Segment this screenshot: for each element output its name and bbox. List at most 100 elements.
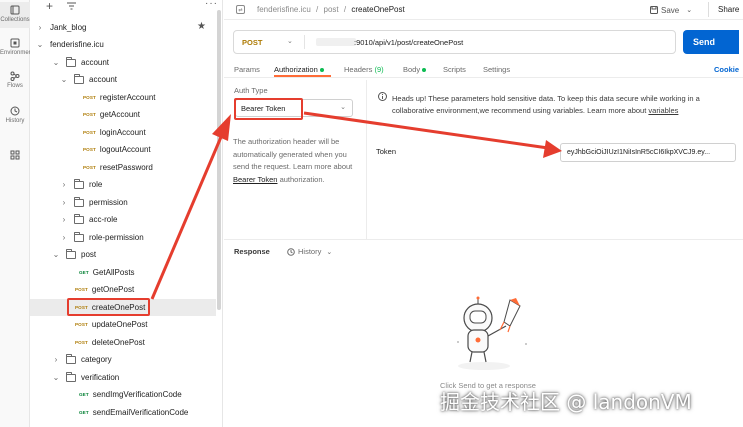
folder-icon (74, 231, 84, 242)
rail-environments[interactable]: Environments (0, 38, 37, 62)
method-badge: POST (83, 165, 96, 170)
variables-link[interactable]: variables (648, 106, 678, 115)
tree-folder-permission[interactable]: › permission (30, 194, 216, 211)
auth-description-tail: authorization. (279, 174, 325, 184)
tab-count: (9) (374, 65, 384, 74)
sidebar-toolbar: + ··· (30, 0, 223, 14)
tree-label: category (81, 355, 112, 364)
info-icon (378, 92, 387, 103)
breadcrumb-root[interactable]: fenderisfine.icu (257, 5, 311, 14)
tab-headers[interactable]: Headers (9) (344, 65, 384, 74)
chevron-down-icon: ⌄ (60, 75, 68, 84)
method-badge: GET (79, 270, 89, 275)
tree-collection-jank-blog[interactable]: › Jank_blog ★ (30, 19, 216, 36)
chevron-right-icon: › (62, 233, 66, 242)
url-bar: POST ⌄ :9010/api/v1/post/createOnePost (233, 30, 676, 54)
tree-folder-acc-role[interactable]: › acc-role (30, 211, 216, 228)
sidebar-scrollbar[interactable] (217, 10, 221, 310)
cookies-link[interactable]: Cookie (714, 65, 739, 74)
breadcrumb: fenderisfine.icu / post / createOnePost (257, 5, 405, 14)
tree-collection-fenderisfine[interactable]: ⌄ fenderisfine.icu (30, 36, 216, 53)
tree-request-deleteonepost[interactable]: POST deleteOnePost (30, 334, 216, 351)
more-options-icon[interactable]: ··· (205, 0, 218, 9)
tree-folder-post[interactable]: ⌄ post (30, 246, 216, 263)
tree-label: verification (81, 373, 120, 382)
folder-icon (66, 56, 76, 67)
tree-request-sendimgverificationcode[interactable]: GET sendImgVerificationCode (30, 386, 216, 403)
tree-label: logoutAccount (99, 145, 151, 154)
status-dot (422, 68, 427, 73)
bearer-token-link[interactable]: Bearer Token (233, 175, 277, 184)
method-select[interactable]: POST (242, 38, 262, 47)
divider (366, 80, 367, 240)
chevron-down-icon: ⌄ (326, 248, 333, 256)
flows-icon (10, 71, 20, 81)
star-icon[interactable]: ★ (197, 21, 206, 32)
divider (304, 35, 305, 49)
tree-folder-account[interactable]: ⌄ account (30, 54, 216, 71)
tree-label: sendImgVerificationCode (92, 390, 182, 399)
tab-settings[interactable]: Settings (483, 65, 510, 74)
tree-label: fenderisfine.icu (50, 40, 104, 49)
tree-folder-category[interactable]: › category (30, 351, 216, 368)
folder-icon (74, 178, 84, 189)
collections-icon (10, 5, 20, 15)
method-badge: POST (75, 340, 88, 345)
annotation-box-createonepost (67, 298, 150, 316)
rail-label: Flows (7, 83, 23, 89)
tab-scripts[interactable]: Scripts (443, 65, 466, 74)
http-icon: ⇄ (236, 5, 245, 14)
request-header-bar: ⇄ fenderisfine.icu / post / createOnePos… (224, 0, 743, 20)
tree-request-sendemailverificationcode[interactable]: GET sendEmailVerificationCode (30, 404, 216, 421)
tree-request-getallposts[interactable]: GET GetAllPosts (30, 264, 216, 281)
history-icon (10, 106, 20, 116)
tree-request-loginaccount[interactable]: POST loginAccount (30, 124, 216, 141)
chevron-down-icon: ⌄ (340, 104, 346, 111)
breadcrumb-request[interactable]: createOnePost (351, 5, 404, 14)
tree-folder-role[interactable]: › role (30, 176, 216, 193)
rail-apps[interactable] (0, 150, 30, 164)
breadcrumb-folder[interactable]: post (324, 5, 339, 14)
share-button[interactable]: Share (718, 5, 739, 14)
annotation-box-bearer (234, 98, 303, 120)
new-icon[interactable]: + (46, 0, 53, 13)
send-button[interactable]: Send (683, 30, 739, 54)
url-input[interactable]: :9010/api/v1/post/createOnePost (354, 38, 463, 47)
tree-request-resetpassword[interactable]: POST resetPassword (30, 159, 216, 176)
tree-label: Jank_blog (50, 23, 87, 32)
tab-params[interactable]: Params (234, 65, 260, 74)
rail-label: History (5, 118, 25, 124)
tab-authorization[interactable]: Authorization (274, 65, 324, 74)
filter-icon[interactable] (67, 2, 76, 10)
chevron-right-icon: › (62, 215, 66, 224)
redacted-host (316, 38, 356, 46)
tree-request-registeraccount[interactable]: POST registerAccount (30, 89, 216, 106)
chevron-down-icon: ⌄ (52, 373, 60, 382)
history-label: History (298, 247, 322, 256)
divider (708, 2, 709, 17)
tree-folder-verification[interactable]: ⌄ verification (30, 369, 216, 386)
token-input[interactable]: eyJhbGciOiJIUzI1NiIsInR5cCI6IkpXVCJ9.ey.… (560, 143, 736, 162)
tree-request-getaccount[interactable]: POST getAccount (30, 106, 216, 123)
rail-flows[interactable]: Flows (0, 71, 30, 95)
history-dropdown[interactable]: History ⌄ (287, 247, 332, 256)
astronaut-illustration (457, 296, 527, 370)
tree-folder-account-inner[interactable]: ⌄ account (30, 71, 216, 88)
environments-icon (10, 38, 20, 48)
rail-history[interactable]: History (0, 106, 30, 130)
chevron-down-icon: ⌄ (686, 7, 693, 14)
folder-icon (66, 353, 76, 364)
rail-collections[interactable]: Collections (0, 2, 30, 28)
svg-text:⇄: ⇄ (238, 8, 242, 14)
tree-request-logoutaccount[interactable]: POST logoutAccount (30, 141, 216, 158)
save-button[interactable]: Save ⌄ (650, 3, 692, 17)
tree-request-updateonepost[interactable]: POST updateOnePost (30, 316, 216, 333)
chevron-down-icon[interactable]: ⌄ (287, 37, 293, 45)
method-badge: GET (79, 392, 89, 397)
tree-label: updateOnePost (91, 320, 148, 329)
method-badge: POST (75, 287, 88, 292)
tree-request-getonepost[interactable]: POST getOnePost (30, 281, 216, 298)
tab-body[interactable]: Body (403, 65, 427, 74)
chevron-right-icon: › (38, 23, 42, 32)
tree-folder-role-permission[interactable]: › role-permission (30, 229, 216, 246)
